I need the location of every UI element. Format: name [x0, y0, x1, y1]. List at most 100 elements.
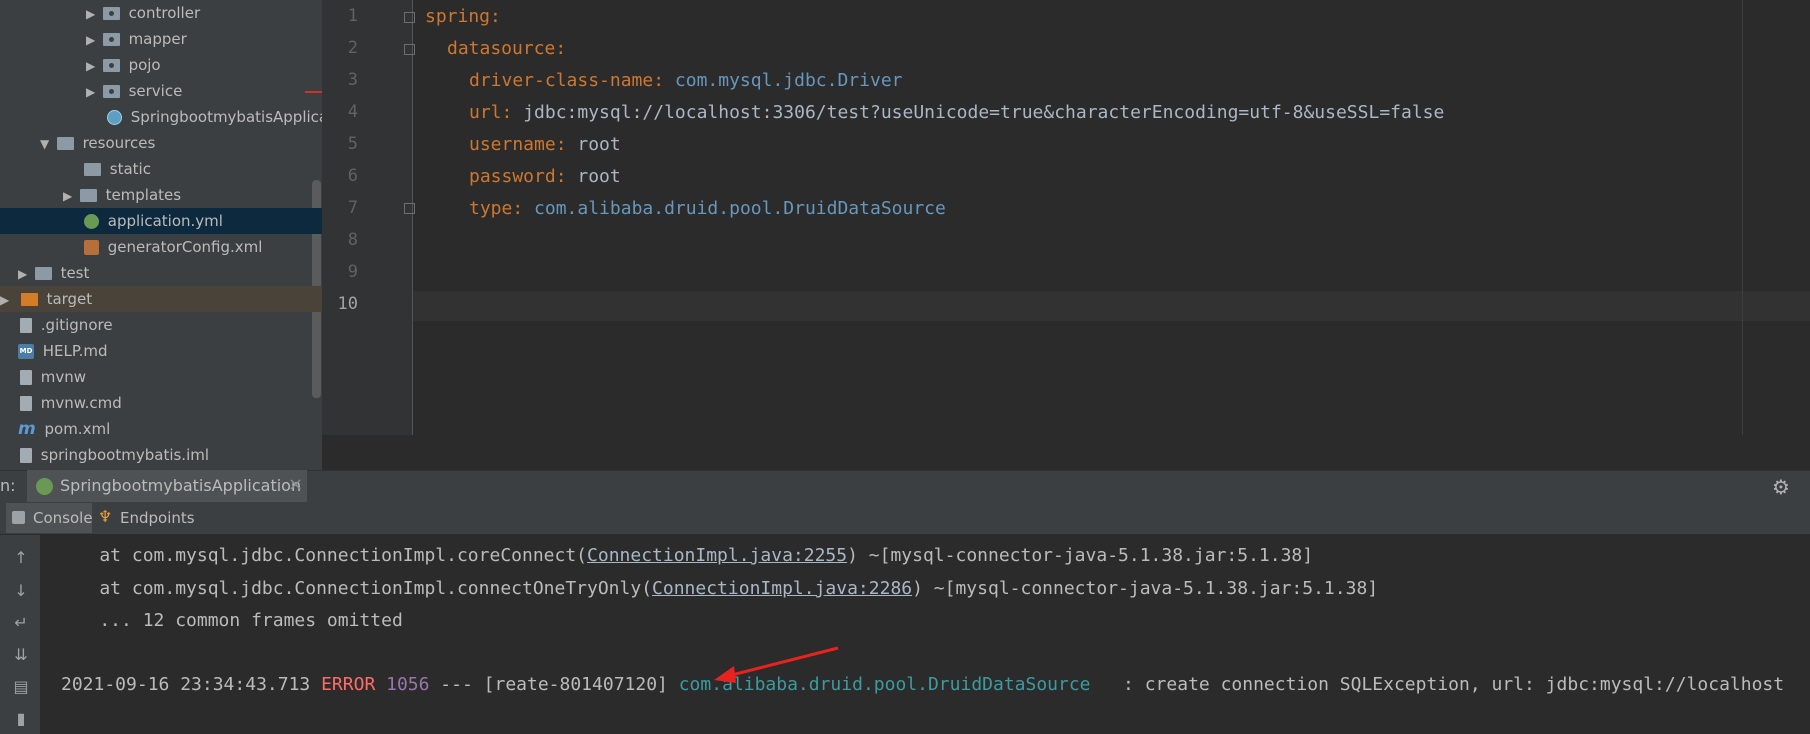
- line-number: 6: [347, 166, 358, 186]
- tree-item-label: static: [109, 160, 151, 178]
- yaml-key: driver-class-name: [469, 70, 654, 91]
- tree-item-iml[interactable]: springbootmybatis.iml: [20, 442, 209, 468]
- expand-arrow-icon[interactable]: ▶: [86, 53, 98, 79]
- line-number: 7: [347, 198, 358, 218]
- tree-item-label: controller: [128, 4, 201, 22]
- right-margin-guide: [1742, 0, 1743, 435]
- tree-item-label: templates: [105, 186, 182, 204]
- expand-arrow-icon[interactable]: ▶: [0, 287, 12, 313]
- source-link[interactable]: ConnectionImpl.java:2255: [587, 545, 847, 566]
- expand-arrow-icon[interactable]: ▶: [63, 183, 75, 209]
- tree-item-test[interactable]: ▶ test: [18, 260, 89, 286]
- yaml-value: jdbc:mysql://localhost:3306/test?useUnic…: [512, 102, 1445, 123]
- tree-item-mapper[interactable]: ▶ mapper: [86, 26, 187, 52]
- console-line-2: at com.mysql.jdbc.ConnectionImpl.connect…: [56, 578, 1378, 599]
- maven-file-icon: m: [18, 419, 36, 439]
- line-number-current: 10: [337, 294, 358, 314]
- tree-item-target[interactable]: ▶ target: [0, 286, 322, 312]
- fold-end-marker-icon[interactable]: [404, 203, 415, 214]
- tree-item-controller[interactable]: ▶ controller: [86, 0, 200, 26]
- log-thread: --- [reate-801407120]: [429, 674, 679, 695]
- package-folder-icon: [102, 85, 120, 98]
- text-file-icon: [20, 396, 32, 411]
- gutter-divider: [412, 0, 413, 435]
- yaml-key: datasource: [447, 38, 556, 59]
- tree-item-help-md[interactable]: MD HELP.md: [18, 338, 108, 364]
- expand-arrow-icon[interactable]: ▶: [86, 79, 98, 105]
- line-number: 5: [347, 134, 358, 154]
- scroll-up-icon[interactable]: ↑: [12, 549, 30, 567]
- code-line-4: url: jdbc:mysql://localhost:3306/test?us…: [469, 102, 1444, 123]
- clear-all-icon[interactable]: ▮: [12, 710, 30, 728]
- excluded-folder-icon: [20, 293, 38, 306]
- tree-item-label: springbootmybatis.iml: [40, 446, 210, 464]
- tree-item-mvnw-cmd[interactable]: mvnw.cmd: [20, 390, 122, 416]
- code-line-1: spring:: [425, 6, 501, 27]
- yaml-colon: :: [555, 134, 567, 155]
- print-icon[interactable]: ▤: [12, 678, 30, 696]
- text-file-icon: [20, 318, 32, 333]
- stack-frame-jar: ) ~[mysql-connector-java-5.1.38.jar:5.1.…: [847, 545, 1314, 566]
- scroll-to-end-icon[interactable]: ⇊: [12, 646, 30, 664]
- yaml-key: url: [469, 102, 502, 123]
- tree-item-pojo[interactable]: ▶ pojo: [86, 52, 161, 78]
- stack-frame-jar: ) ~[mysql-connector-java-5.1.38.jar:5.1.…: [912, 578, 1379, 599]
- spring-boot-run-icon: [36, 478, 53, 495]
- tree-item-mvnw[interactable]: mvnw: [20, 364, 86, 390]
- resources-folder-icon: [56, 137, 74, 150]
- fold-marker-icon[interactable]: [404, 12, 415, 23]
- gear-icon[interactable]: ⚙: [1772, 475, 1790, 499]
- tree-item-label: test: [60, 264, 90, 282]
- tree-item-templates[interactable]: ▶ templates: [63, 182, 181, 208]
- line-number: 8: [347, 230, 358, 250]
- collapse-arrow-icon[interactable]: ▼: [40, 131, 52, 157]
- yaml-colon: :: [555, 38, 567, 59]
- stack-frame-text: at com.mysql.jdbc.ConnectionImpl.connect…: [56, 578, 653, 599]
- tab-console-label: Console: [33, 509, 93, 527]
- yaml-colon: :: [501, 102, 513, 123]
- tree-item-label: pom.xml: [44, 420, 111, 438]
- yaml-colon: :: [555, 166, 567, 187]
- yaml-value: com.mysql.jdbc.Driver: [664, 70, 903, 91]
- line-number: 4: [347, 102, 358, 122]
- tree-item-label: mvnw: [40, 368, 87, 386]
- tree-item-generator-config[interactable]: generatorConfig.xml: [84, 234, 262, 260]
- tree-item-label: target: [46, 290, 93, 308]
- yaml-key: password: [469, 166, 556, 187]
- tree-item-static[interactable]: static: [84, 156, 151, 182]
- endpoints-icon: ♆: [98, 507, 113, 526]
- expand-arrow-icon[interactable]: ▶: [18, 261, 30, 287]
- code-line-5: username: root: [469, 134, 621, 155]
- tree-item-resources[interactable]: ▼ resources: [40, 130, 155, 156]
- tree-item-label: pojo: [128, 56, 161, 74]
- run-panel-prefix: n:: [0, 476, 16, 495]
- tab-endpoints[interactable]: Endpoints: [120, 509, 195, 527]
- close-tab-icon[interactable]: ×: [288, 474, 303, 495]
- tree-item-gitignore[interactable]: .gitignore: [20, 312, 113, 338]
- tree-item-label: HELP.md: [42, 342, 108, 360]
- source-link[interactable]: ConnectionImpl.java:2286: [652, 578, 912, 599]
- soft-wrap-icon[interactable]: ↵: [12, 614, 30, 632]
- tree-item-label: mapper: [128, 30, 187, 48]
- expand-arrow-icon[interactable]: ▶: [86, 27, 98, 53]
- stack-frame-text: at com.mysql.jdbc.ConnectionImpl.coreCon…: [56, 545, 588, 566]
- code-line-7: type: com.alibaba.druid.pool.DruidDataSo…: [469, 198, 946, 219]
- console-icon: [12, 511, 25, 524]
- yaml-value: root: [566, 166, 621, 187]
- yaml-value: root: [566, 134, 621, 155]
- yaml-key: type: [469, 198, 513, 219]
- package-folder-icon: [102, 59, 120, 72]
- tree-item-label: mvnw.cmd: [40, 394, 122, 412]
- text-file-icon: [20, 370, 32, 385]
- fold-marker-icon[interactable]: [404, 44, 415, 55]
- tree-item-service[interactable]: ▶ service: [86, 78, 182, 104]
- tree-item-label: generatorConfig.xml: [107, 238, 263, 256]
- tree-item-pom-xml[interactable]: m pom.xml: [18, 416, 110, 442]
- tree-item-label: resources: [82, 134, 156, 152]
- scroll-down-icon[interactable]: ↓: [12, 582, 30, 600]
- code-line-2: datasource:: [447, 38, 566, 59]
- tree-item-application-yml[interactable]: application.yml: [0, 208, 322, 234]
- tree-item-application-class[interactable]: SpringbootmybatisApplica: [107, 104, 322, 130]
- run-subtabs-bar: [0, 502, 1810, 535]
- expand-arrow-icon[interactable]: ▶: [86, 1, 98, 27]
